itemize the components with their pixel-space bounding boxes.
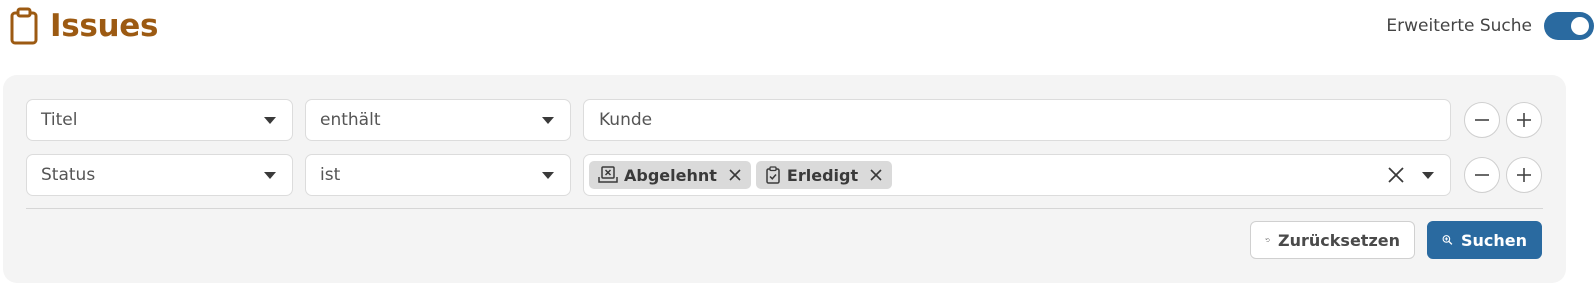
advanced-search-toggle[interactable] [1544,12,1594,40]
undo-icon [1265,238,1270,242]
filter-operator-value: ist [320,165,341,185]
filter-field-value: Titel [41,110,78,130]
caret-down-icon[interactable] [1422,171,1434,179]
status-chip-rejected: Abgelehnt [589,161,751,189]
toggle-knob [1571,17,1589,35]
add-filter-button-2[interactable] [1506,157,1542,193]
filter-field-select-2[interactable]: Status [26,154,293,196]
caret-down-icon [264,116,276,124]
caret-down-icon [542,171,554,179]
chip-label: Abgelehnt [624,165,717,185]
selected-chips: Abgelehnt Erledigt [584,161,1386,189]
filter-field-value: Status [41,165,96,185]
plus-icon [1517,168,1531,182]
title-group: Issues [8,6,158,46]
chip-remove-icon[interactable] [727,167,743,183]
filter-status-multiselect[interactable]: Abgelehnt Erledigt [583,154,1451,196]
plus-icon [1517,113,1531,127]
filter-operator-value: enthält [320,110,381,130]
page-header: Issues Erweiterte Suche [8,0,1594,52]
reset-button[interactable]: Zurücksetzen [1250,221,1415,259]
advanced-search-group: Erweiterte Suche [1386,12,1594,40]
remove-filter-button-1[interactable] [1464,102,1500,138]
filter-operator-select-1[interactable]: enthält [305,99,571,141]
minus-icon [1475,119,1489,121]
search-label: Suchen [1460,230,1527,250]
clipboard-icon [8,6,40,46]
filter-text-input[interactable] [584,100,1450,140]
search-button[interactable]: Suchen [1427,221,1542,259]
advanced-search-label: Erweiterte Suche [1386,16,1532,36]
chip-label: Erledigt [786,165,859,185]
filter-value-input-1[interactable] [583,99,1451,141]
add-filter-button-1[interactable] [1506,102,1542,138]
caret-down-icon [542,116,554,124]
chip-remove-icon[interactable] [868,167,884,183]
zoom-in-icon [1442,235,1453,245]
rejected-icon [598,166,618,183]
status-chip-done: Erledigt [755,161,893,189]
reset-label: Zurücksetzen [1278,230,1400,250]
page-title: Issues [50,8,159,44]
filter-field-select-1[interactable]: Titel [26,99,293,141]
panel-divider [26,208,1543,209]
caret-down-icon [264,171,276,179]
minus-icon [1475,174,1489,176]
clear-all-icon[interactable] [1386,165,1406,185]
remove-filter-button-2[interactable] [1464,157,1500,193]
clipboard-check-icon [766,166,780,184]
filter-operator-select-2[interactable]: ist [305,154,571,196]
multiselect-controls [1386,165,1450,185]
